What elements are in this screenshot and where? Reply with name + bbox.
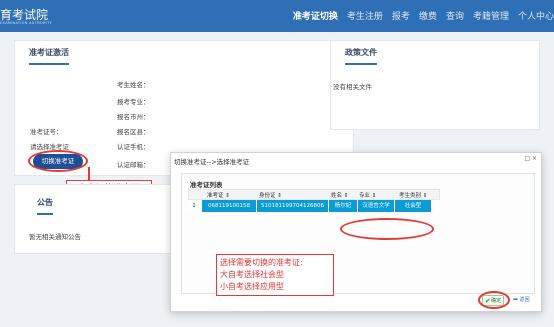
column-header-ticket[interactable]: 准考证 ⇕ — [207, 191, 230, 199]
annotation-ellipse-switch — [28, 150, 88, 172]
instruction-line-3: 小自考选择应用型 — [220, 282, 284, 291]
ticket-list-panel: 准考证列表 准考证 ⇕ 身份证 ⇕ 姓名 ⇕ 专业 ⇕ 考生类别 ⇕ 1 068… — [181, 173, 535, 296]
main-nav: 准考证切换 考生注册 报考 缴费 查询 考籍管理 个人中心 — [293, 9, 554, 22]
back-arrow-icon: ➦ — [513, 296, 519, 303]
field-phone-label: 认证手机： — [117, 143, 150, 151]
cell-category[interactable]: 社会型 — [395, 200, 431, 212]
cell-name[interactable]: 杨尔妃 — [329, 200, 357, 212]
notice-empty-text: 暂无相关通知公告 — [29, 233, 81, 241]
policy-empty-text: 没有相关文件 — [333, 83, 372, 91]
ticket-list-title: 准考证列表 — [190, 181, 223, 189]
column-header-id[interactable]: 身份证 ⇕ — [259, 191, 282, 199]
cell-id[interactable]: 510181199704126806 — [257, 200, 328, 212]
instruction-line-1: 选择需要切换的准考证: — [220, 258, 303, 267]
notice-card: 公告 暂无相关通知公告 — [14, 184, 174, 254]
back-button[interactable]: ➦ 返回 — [513, 295, 530, 305]
top-navbar: 育考试院 EXAMINATION AUTHORITY 准考证切换 考生注册 报考… — [0, 0, 554, 32]
nav-item-ticket-switch[interactable]: 准考证切换 — [293, 9, 338, 22]
switch-ticket-dialog: 切换准考证-->选择准考证 □ × 准考证列表 准考证 ⇕ 身份证 ⇕ 姓名 ⇕… — [170, 152, 542, 312]
back-label: 返回 — [519, 297, 530, 303]
dialog-window-controls[interactable]: □ × — [524, 155, 537, 162]
nav-item-apply[interactable]: 报考 — [392, 9, 410, 22]
column-header-category[interactable]: 考生类别 ⇕ — [399, 191, 427, 199]
field-major-label: 报考专业： — [117, 98, 150, 106]
field-email-label: 认证邮箱： — [117, 161, 150, 169]
table-row[interactable]: 1 0681191001​58 510181199704126806 杨尔妃 汉… — [188, 200, 440, 212]
annotation-connector — [88, 167, 90, 181]
site-logo-subtitle: EXAMINATION AUTHORITY — [0, 21, 52, 25]
column-header-major[interactable]: 专业 ⇕ — [359, 191, 376, 199]
nav-item-register[interactable]: 考生注册 — [347, 9, 383, 22]
nav-item-query[interactable]: 查询 — [446, 9, 464, 22]
field-district-label: 报名区县： — [117, 128, 150, 136]
ticket-activation-title: 准考证激活 — [29, 47, 69, 65]
nav-item-records[interactable]: 考籍管理 — [473, 9, 509, 22]
cell-major[interactable]: 汉语言文学 — [358, 200, 394, 212]
row-index: 1 — [188, 200, 200, 212]
policy-title: 政策文件 — [345, 47, 377, 65]
nav-item-payment[interactable]: 缴费 — [419, 9, 437, 22]
ticket-number-label: 准考证号： — [30, 128, 63, 136]
dialog-title: 切换准考证-->选择准考证 — [174, 158, 250, 166]
nav-item-personal[interactable]: 个人中心 — [518, 9, 554, 22]
cell-ticket[interactable]: 0681191001​58 — [202, 200, 256, 212]
notice-title: 公告 — [37, 197, 53, 215]
policy-card: 政策文件 没有相关文件 — [330, 40, 540, 130]
column-header-name[interactable]: 姓名 ⇕ — [331, 191, 348, 199]
instruction-line-2: 大自考选择社会型 — [220, 270, 284, 279]
annotation-ellipse-row — [340, 218, 434, 240]
field-name-label: 考生姓名： — [117, 81, 150, 89]
field-city-label: 报名市州： — [117, 113, 150, 121]
table-header: 准考证 ⇕ 身份证 ⇕ 姓名 ⇕ 专业 ⇕ 考生类别 ⇕ — [188, 189, 440, 200]
annotation-ellipse-confirm — [478, 291, 510, 309]
annotation-instruction: 选择需要切换的准考证: 大自考选择社会型 小自考选择应用型 — [216, 254, 334, 296]
